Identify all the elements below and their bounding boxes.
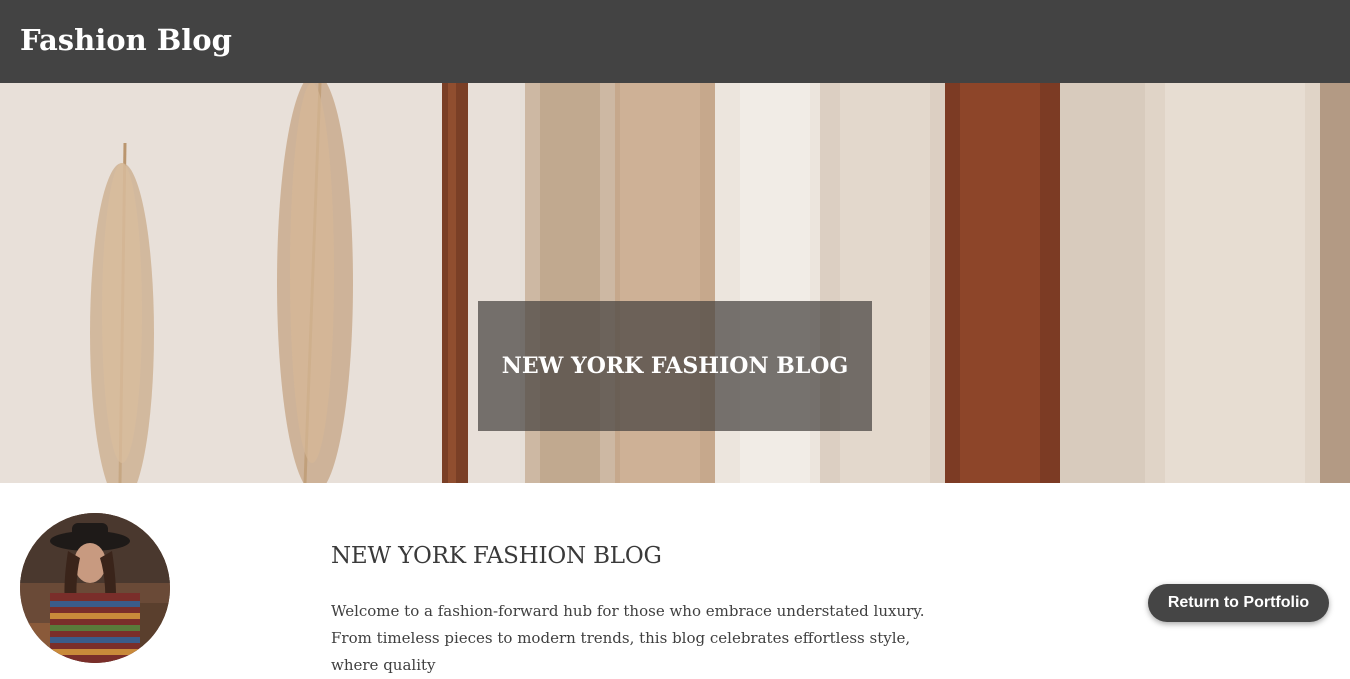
hero-banner: NEW YORK FASHION BLOG bbox=[0, 83, 1350, 483]
return-to-portfolio-button[interactable]: Return to Portfolio bbox=[1148, 584, 1329, 622]
author-avatar bbox=[20, 513, 170, 663]
site-header: Fashion Blog bbox=[0, 0, 1350, 83]
hero-title-box: NEW YORK FASHION BLOG bbox=[478, 301, 872, 431]
intro-paragraph: Welcome to a fashion-forward hub for tho… bbox=[331, 602, 925, 674]
section-title: NEW YORK FASHION BLOG bbox=[331, 543, 662, 569]
site-title[interactable]: Fashion Blog bbox=[20, 20, 232, 60]
author-photo bbox=[20, 513, 170, 663]
hero-title: NEW YORK FASHION BLOG bbox=[501, 353, 849, 379]
